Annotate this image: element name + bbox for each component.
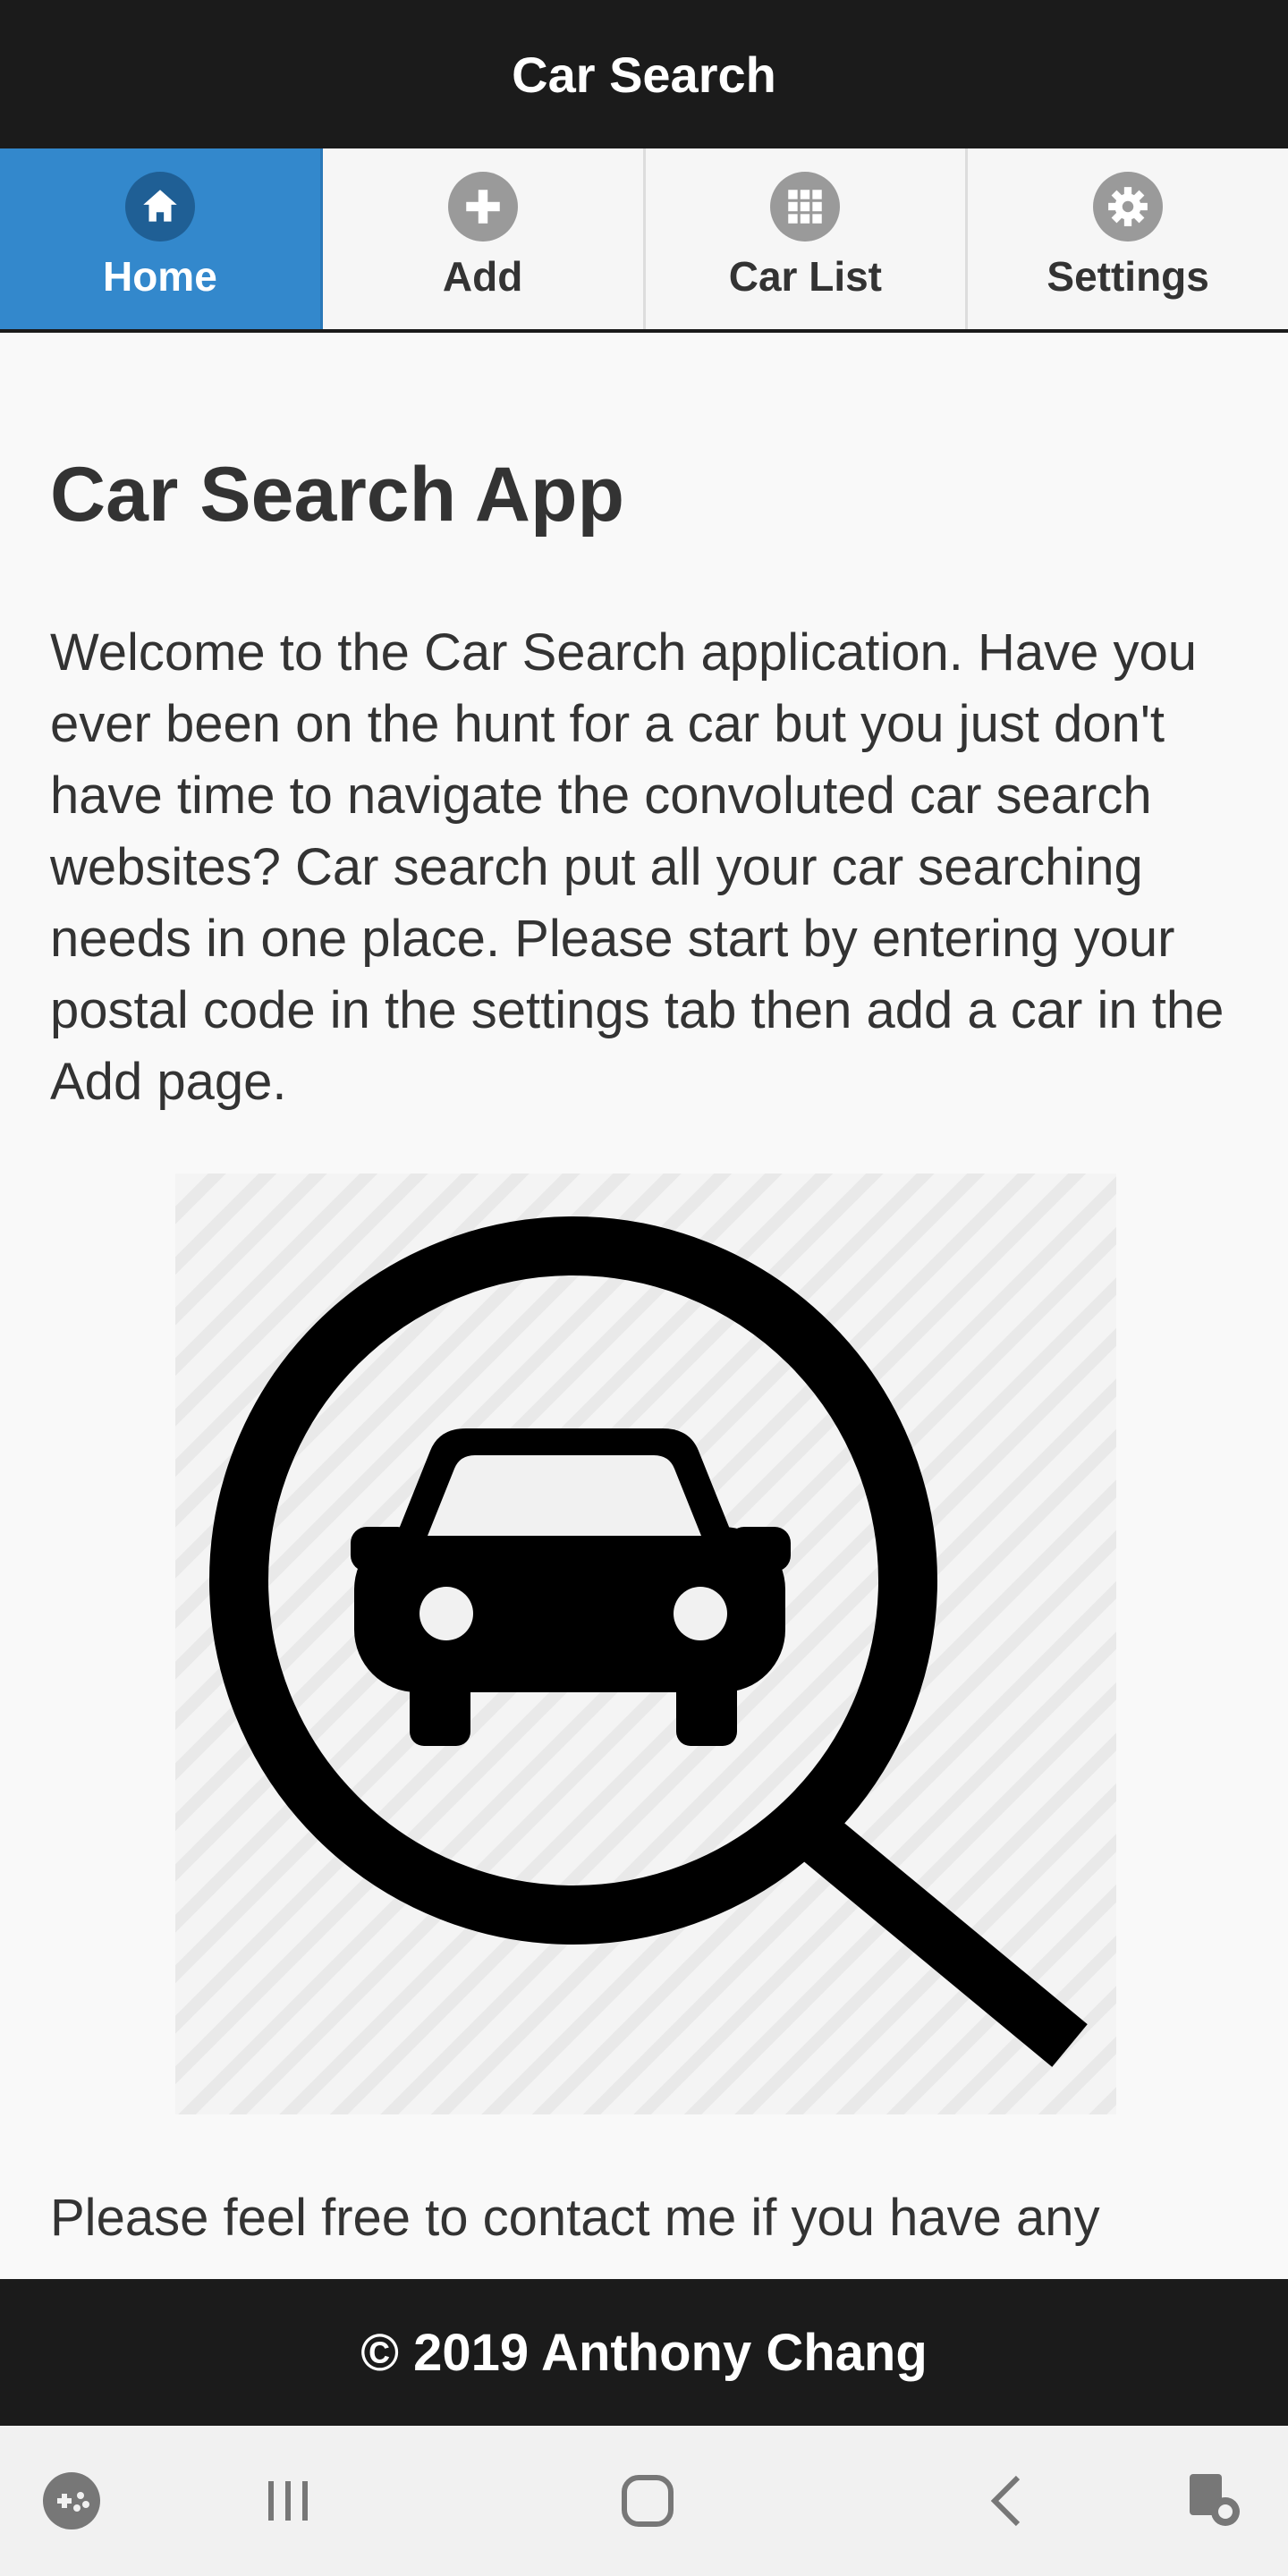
recent-apps-icon[interactable]: [252, 2465, 324, 2537]
tab-add[interactable]: Add: [323, 148, 646, 329]
home-icon: [124, 172, 195, 242]
app-header: Car Search: [0, 0, 1288, 148]
tab-car-list[interactable]: Car List: [646, 148, 969, 329]
intro-paragraph: Welcome to the Car Search application. H…: [50, 623, 1224, 1111]
page-title: Car Search App: [50, 452, 625, 538]
tab-add-label: Add: [442, 253, 523, 300]
system-navigation-bar: [0, 2426, 1288, 2576]
nav-bar: Home Add Car List Settings: [0, 148, 1288, 333]
home-button-icon[interactable]: [612, 2465, 683, 2537]
footer-text: © 2019 Anthony Chang: [360, 2323, 928, 2382]
gear-icon: [1093, 172, 1164, 242]
plus-icon: [447, 172, 518, 242]
contact-paragraph: Please feel free to contact me if you ha…: [50, 2189, 1100, 2247]
page-footer: © 2019 Anthony Chang: [0, 2279, 1288, 2426]
main-content[interactable]: Car Search App Welcome to the Car Search…: [0, 333, 1288, 2279]
tab-settings-label: Settings: [1046, 253, 1209, 300]
tab-car-list-label: Car List: [728, 253, 882, 300]
grid-icon: [770, 172, 841, 242]
back-icon[interactable]: [973, 2465, 1045, 2537]
game-launcher-icon[interactable]: [36, 2465, 107, 2537]
assistant-touch-icon[interactable]: [1179, 2465, 1250, 2537]
app-title: Car Search: [512, 46, 776, 103]
car-search-magnifier-icon: [175, 1174, 1116, 2114]
tab-settings[interactable]: Settings: [968, 148, 1288, 329]
tab-home-label: Home: [102, 253, 217, 300]
tab-home[interactable]: Home: [0, 148, 323, 329]
